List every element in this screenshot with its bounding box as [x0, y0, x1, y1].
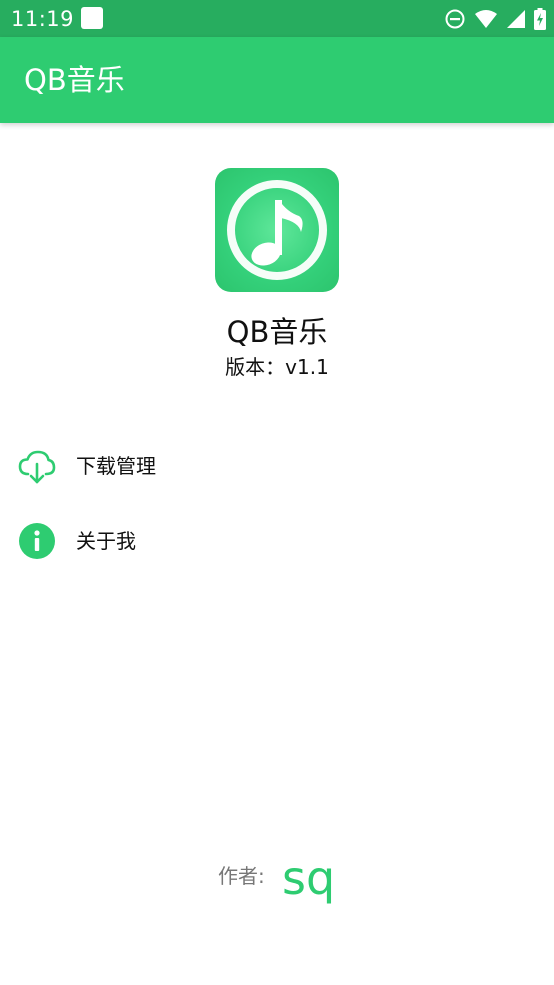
signal-icon [507, 10, 525, 28]
menu-item-download-manager[interactable]: 下载管理 [0, 436, 554, 496]
menu-item-label: 下载管理 [76, 454, 156, 478]
app-bar-title: QB音乐 [24, 63, 125, 97]
status-icons [444, 6, 546, 32]
author-name: sq [282, 851, 336, 905]
app-bar: QB音乐 [0, 37, 554, 123]
app-logo [215, 168, 339, 292]
status-time: 11:19 [11, 7, 75, 31]
battery-charging-icon [534, 8, 546, 30]
status-bar: 11:19 [0, 0, 554, 37]
cloud-download-icon [18, 447, 56, 485]
app-version: 版本：v1.1 [225, 355, 329, 379]
info-icon [18, 522, 56, 560]
wifi-icon [475, 10, 497, 28]
author-section: 作者: sq [0, 848, 554, 912]
app-name: QB音乐 [226, 315, 328, 349]
author-label: 作者: [218, 864, 265, 888]
notification-square-icon [81, 7, 103, 29]
do-not-disturb-icon [445, 9, 465, 29]
menu-item-about-me[interactable]: 关于我 [0, 511, 554, 571]
music-note-icon [227, 180, 327, 280]
menu-item-label: 关于我 [76, 529, 136, 553]
